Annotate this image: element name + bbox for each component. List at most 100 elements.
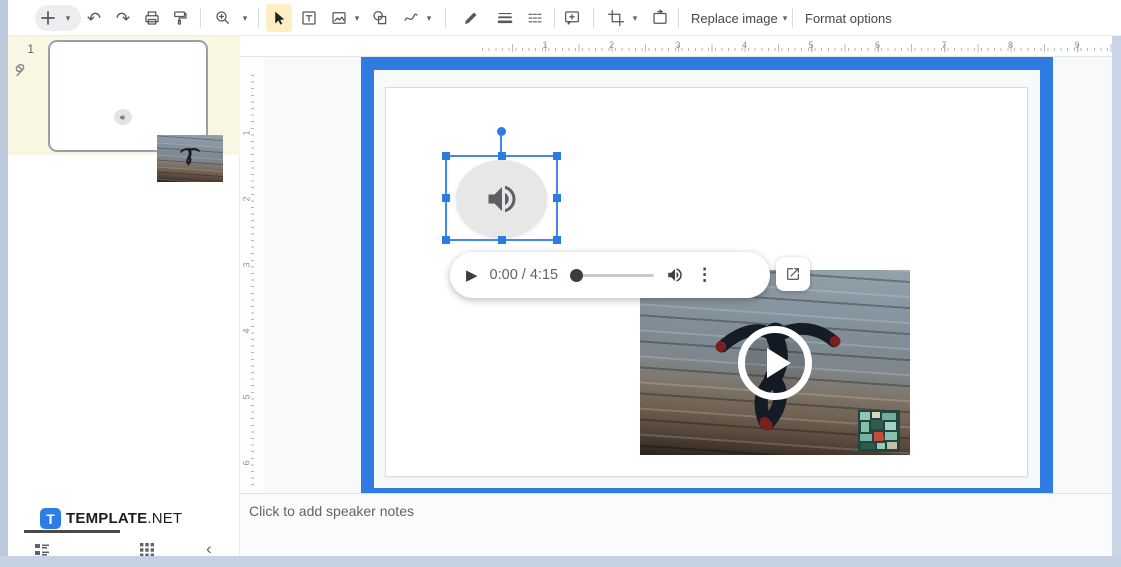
template-net-watermark: T TEMPLATE.NET	[40, 508, 182, 529]
resize-handle-top-right[interactable]	[553, 152, 561, 160]
new-slide-button[interactable]	[36, 6, 60, 30]
crop-button[interactable]	[604, 6, 628, 30]
speaker-notes-panel: Click to add speaker notes	[240, 493, 1112, 556]
toolbar-separator	[200, 8, 201, 28]
video-watermark	[858, 410, 900, 452]
h-ruler-number: 6	[874, 40, 881, 50]
toolbar-separator	[593, 8, 594, 28]
horizontal-ruler: 1 2 3 4 5 6 7 8 9	[240, 36, 1112, 57]
h-ruler-number: 4	[741, 40, 748, 50]
resize-handle-bottom-center[interactable]	[497, 236, 506, 244]
image-icon	[332, 12, 346, 24]
right-scrollbar[interactable]	[1112, 36, 1121, 556]
select-tool-button[interactable]	[267, 6, 291, 30]
audio-volume-button[interactable]	[666, 266, 684, 284]
window-left-edge	[0, 0, 8, 567]
play-icon	[766, 348, 791, 378]
volume-icon	[668, 268, 682, 282]
undo-icon: ↶	[86, 8, 102, 28]
chevron-down-icon: ▾	[65, 12, 71, 23]
crop-icon	[607, 9, 625, 27]
add-comment-button[interactable]	[560, 6, 584, 30]
border-dash-button[interactable]	[523, 6, 547, 30]
resize-handle-middle-left[interactable]	[442, 194, 450, 202]
resize-handle-middle-right[interactable]	[553, 194, 561, 202]
redo-icon: ↷	[115, 8, 131, 28]
replace-image-menu[interactable]: Replace image ▾	[691, 0, 787, 36]
text-box-icon	[302, 11, 316, 25]
zoom-button[interactable]	[211, 6, 235, 30]
resize-handle-bottom-right[interactable]	[553, 236, 561, 244]
brand-bold: TEMPLATE	[66, 510, 148, 527]
thumbnail-video	[157, 135, 223, 182]
insert-image-dropdown[interactable]: ▾	[350, 6, 364, 30]
border-color-button[interactable]	[459, 6, 483, 30]
chevron-down-icon: ▾	[782, 12, 788, 23]
slides-editor-window: ▾ ↶ ↷ ▾ ▾ ▾ ▾ Replace image ▾ Format opt…	[0, 0, 1121, 567]
kebab-icon: ⋮	[696, 265, 714, 284]
plus-icon	[41, 11, 55, 25]
toolbar-separator	[258, 8, 259, 28]
audio-time-display: 0:00 / 4:15	[489, 267, 559, 283]
insert-shape-button[interactable]	[368, 6, 392, 30]
v-ruler-number: 2	[241, 196, 252, 202]
line-dash-icon	[528, 13, 542, 23]
window-bottom-edge	[0, 556, 1121, 567]
undo-button[interactable]: ↶	[82, 6, 106, 30]
insert-line-button[interactable]	[399, 6, 423, 30]
chevron-down-icon: ▾	[242, 12, 248, 23]
thumbnail-parkour-figure	[179, 147, 201, 166]
toolbar-separator	[445, 8, 446, 28]
play-icon: ▶	[466, 267, 478, 284]
v-ruler-number: 1	[241, 130, 252, 136]
brand-underline	[24, 530, 120, 533]
border-weight-button[interactable]	[493, 6, 517, 30]
rotation-handle[interactable]	[497, 127, 506, 136]
new-slide-dropdown[interactable]: ▾	[61, 6, 75, 30]
audio-play-button[interactable]: ▶	[466, 266, 478, 284]
format-options-button[interactable]: Format options	[805, 0, 892, 36]
video-play-button[interactable]	[738, 326, 812, 400]
speaker-notes-placeholder[interactable]: Click to add speaker notes	[249, 503, 414, 519]
brand-rest: .NET	[147, 510, 183, 527]
audio-player-bar: ▶ 0:00 / 4:15 ⋮	[450, 252, 770, 298]
cursor-icon	[275, 11, 285, 25]
h-ruler-number: 1	[542, 40, 548, 50]
template-net-logo-text: TEMPLATE.NET	[66, 510, 182, 527]
zoom-dropdown[interactable]: ▾	[238, 6, 252, 30]
slider-track	[574, 274, 655, 277]
paint-format-button[interactable]	[168, 6, 192, 30]
thumbnail-audio-icon	[114, 109, 132, 125]
h-ruler-number: 2	[608, 40, 615, 50]
text-box-button[interactable]	[297, 6, 321, 30]
pin-icon	[12, 62, 29, 84]
resize-handle-top-left[interactable]	[442, 152, 450, 160]
h-ruler-number: 3	[675, 40, 681, 50]
audio-more-options-button[interactable]: ⋮	[696, 265, 713, 285]
h-ruler-number: 7	[941, 40, 947, 50]
mask-image-button[interactable]	[648, 6, 672, 30]
pencil-icon	[465, 12, 477, 24]
resize-handle-bottom-left[interactable]	[442, 236, 450, 244]
toolbar-separator	[554, 8, 555, 28]
add-comment-icon	[564, 11, 580, 25]
resize-handle-top-center[interactable]	[497, 152, 506, 160]
zoom-icon	[216, 11, 229, 24]
slide-number: 1	[27, 42, 34, 56]
insert-line-dropdown[interactable]: ▾	[422, 6, 436, 30]
format-options-label: Format options	[805, 10, 892, 26]
chevron-down-icon: ▾	[632, 12, 638, 23]
grid-view-icon	[140, 543, 154, 557]
insert-image-button[interactable]	[327, 6, 351, 30]
open-in-new-button[interactable]	[776, 257, 810, 291]
chevron-down-icon: ▾	[354, 12, 360, 23]
redo-button[interactable]: ↷	[111, 6, 135, 30]
scribble-line-icon	[404, 13, 418, 21]
audio-seek-slider[interactable]	[570, 268, 655, 282]
crop-dropdown[interactable]: ▾	[628, 6, 642, 30]
slide-thumbnail[interactable]	[48, 40, 223, 182]
vertical-ruler-ticks	[251, 75, 254, 489]
print-icon	[145, 11, 159, 25]
slider-knob[interactable]	[570, 269, 584, 282]
print-button[interactable]	[140, 6, 164, 30]
